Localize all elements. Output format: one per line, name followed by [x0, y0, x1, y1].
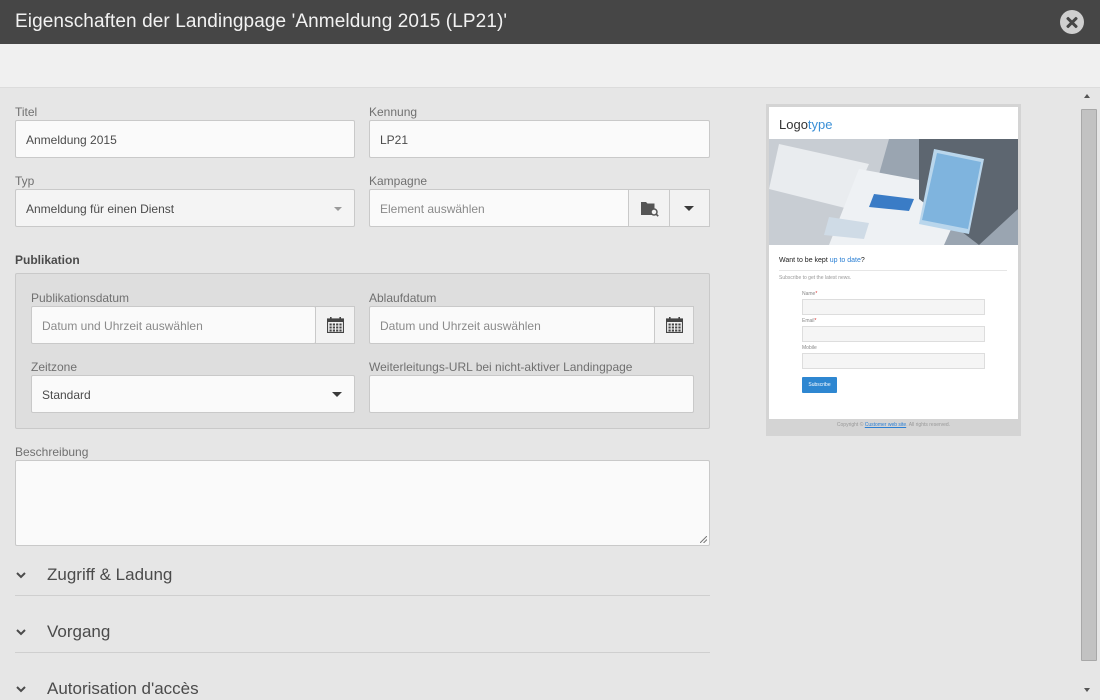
- publikationsdatum-calendar-button[interactable]: [315, 306, 355, 344]
- typ-label: Typ: [15, 174, 35, 188]
- accordion-label: Zugriff & Ladung: [47, 565, 173, 584]
- close-icon[interactable]: [1060, 10, 1084, 34]
- preview-field-input: [802, 353, 985, 369]
- preview-field-label-text: Email: [802, 318, 815, 324]
- calendar-icon: [327, 317, 344, 333]
- preview-subscribe-button: Subscribe: [802, 377, 837, 393]
- weiterleitungs-url-label: Weiterleitungs-URL bei nicht-aktiver Lan…: [369, 360, 633, 374]
- vertical-scrollbar[interactable]: [1076, 88, 1100, 700]
- chevron-down-icon: [684, 206, 694, 211]
- preview-required-mark: *: [814, 318, 817, 324]
- publikation-heading: Publikation: [15, 253, 80, 267]
- accordion-zugriff-ladung[interactable]: Zugriff & Ladung: [15, 557, 710, 596]
- folder-search-icon: [641, 202, 659, 217]
- preview-field-label: Mobile: [802, 345, 817, 351]
- typ-select[interactable]: Anmeldung für einen Dienst: [15, 189, 355, 227]
- zeitzone-value: Standard: [42, 388, 91, 402]
- preview-footer-text: Copyright ©: [836, 422, 865, 428]
- properties-form: Titel Anmeldung 2015 Kennung LP21 Typ An…: [0, 88, 1076, 700]
- zeitzone-select[interactable]: Standard: [31, 375, 355, 413]
- preview-logo-text: Logo: [779, 117, 808, 132]
- titel-input[interactable]: Anmeldung 2015: [15, 120, 355, 158]
- weiterleitungs-url-input[interactable]: [369, 375, 694, 413]
- accordion-label: Autorisation d'accès: [47, 679, 199, 698]
- accordion-vorgang[interactable]: Vorgang: [15, 614, 710, 653]
- chevron-down-icon: [332, 392, 342, 397]
- preview-field-label-text: Name: [802, 291, 816, 297]
- scroll-up-arrow-icon[interactable]: [1084, 94, 1090, 98]
- kampagne-dropdown-button[interactable]: [669, 189, 710, 227]
- resize-handle-icon[interactable]: [700, 536, 707, 543]
- accordion-label: Vorgang: [47, 622, 111, 641]
- kennung-input[interactable]: LP21: [369, 120, 710, 158]
- typ-value: Anmeldung für einen Dienst: [26, 202, 175, 216]
- landingpage-preview: Logotype Want to be kept up to date? Sub…: [766, 104, 1021, 436]
- publikationsdatum-input[interactable]: Datum und Uhrzeit auswählen: [31, 306, 316, 344]
- preview-subtitle: Subscribe to get the latest news.: [779, 275, 852, 281]
- preview-footer: Copyright © Customer web site. All right…: [766, 422, 1021, 428]
- beschreibung-textarea[interactable]: [15, 460, 710, 546]
- scrollbar-thumb[interactable]: [1081, 109, 1097, 661]
- preview-required-mark: *: [815, 291, 818, 297]
- chevron-down-icon: [16, 572, 26, 579]
- ablaufdatum-input[interactable]: Datum und Uhrzeit auswählen: [369, 306, 655, 344]
- kampagne-input[interactable]: Element auswählen: [369, 189, 630, 227]
- dialog-title: Eigenschaften der Landingpage 'Anmeldung…: [15, 11, 508, 32]
- dialog-titlebar: Eigenschaften der Landingpage 'Anmeldung…: [0, 0, 1100, 44]
- accordion-autorisation[interactable]: Autorisation d'accès: [15, 671, 710, 700]
- chevron-down-icon: [16, 629, 26, 636]
- preview-footer-end: . All rights reserved.: [906, 422, 951, 428]
- preview-hero-image: [769, 139, 1018, 245]
- preview-headline: Want to be kept up to date?: [779, 257, 865, 264]
- preview-footer-link: Customer web site: [864, 422, 907, 428]
- preview-headline-end: ?: [860, 257, 865, 264]
- publikationsdatum-label: Publikationsdatum: [31, 291, 130, 305]
- ablaufdatum-calendar-button[interactable]: [654, 306, 694, 344]
- titel-label: Titel: [15, 105, 38, 119]
- kennung-label: Kennung: [369, 105, 418, 119]
- calendar-icon: [666, 317, 683, 333]
- preview-field-label: Name*: [802, 291, 817, 297]
- ablaufdatum-label: Ablaufdatum: [369, 291, 437, 305]
- preview-field-input: [802, 326, 985, 342]
- preview-logo: Logotype: [779, 117, 833, 132]
- preview-headline-text: Want to be kept: [779, 257, 830, 264]
- publikation-panel: Publikationsdatum Datum und Uhrzeit ausw…: [15, 273, 710, 429]
- preview-field-input: [802, 299, 985, 315]
- chevron-down-icon: [334, 207, 342, 211]
- chevron-down-icon: [16, 686, 26, 693]
- zeitzone-label: Zeitzone: [31, 360, 78, 374]
- scroll-down-arrow-icon[interactable]: [1084, 688, 1090, 692]
- kampagne-label: Kampagne: [369, 174, 428, 188]
- kampagne-browse-button[interactable]: [628, 189, 670, 227]
- preview-headline-link: up to date: [829, 257, 861, 264]
- beschreibung-label: Beschreibung: [15, 445, 89, 459]
- toolbar: [0, 44, 1100, 88]
- preview-logo-accent: type: [807, 117, 833, 132]
- preview-divider: [779, 270, 1007, 271]
- preview-field-label: Email*: [802, 318, 816, 324]
- preview-page: Logotype Want to be kept up to date? Sub…: [769, 107, 1018, 419]
- preview-field-label-text: Mobile: [802, 345, 817, 351]
